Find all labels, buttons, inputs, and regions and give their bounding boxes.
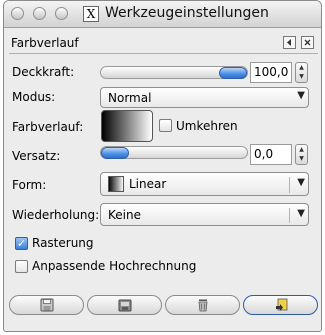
chevron-down-icon: ▼ <box>297 208 305 219</box>
dock-menu-button[interactable] <box>283 36 296 49</box>
title-bar: X Werkzeugeinstellungen <box>4 1 321 28</box>
combo-separator <box>289 208 290 223</box>
offset-slider-thumb[interactable] <box>101 147 129 159</box>
minimize-window-button[interactable] <box>33 7 46 20</box>
dock-close-button[interactable] <box>301 36 314 49</box>
x11-icon: X <box>83 6 99 22</box>
adaptive-supersampling-checkbox[interactable] <box>15 260 28 273</box>
mode-label: Modus: <box>12 90 56 104</box>
reverse-label: Umkehren <box>176 119 238 133</box>
chevron-down-icon: ▼ <box>297 177 305 188</box>
chevron-down-icon: ▼ <box>297 90 305 101</box>
combo-separator <box>289 177 290 193</box>
delete-icon <box>198 299 207 312</box>
dithering-checkbox[interactable]: ✓ <box>15 237 28 250</box>
offset-spin-button[interactable]: ▲ ▼ <box>295 144 308 165</box>
opacity-slider-thumb[interactable] <box>219 67 247 79</box>
offset-slider[interactable] <box>100 146 248 159</box>
repeat-dropdown[interactable]: Keine ▼ <box>100 203 309 226</box>
reset-icon <box>275 298 287 311</box>
save-icon <box>40 298 53 312</box>
mode-value: Normal <box>108 91 152 105</box>
mode-dropdown[interactable]: Normal ▼ <box>100 87 309 108</box>
save-options-button[interactable] <box>9 295 84 315</box>
zoom-window-button[interactable] <box>55 7 68 20</box>
adaptive-supersampling-label: Anpassende Hochrechnung <box>32 259 197 273</box>
tool-options-window: X Werkzeugeinstellungen Farbverlauf Deck… <box>3 0 322 332</box>
dithering-label: Rasterung <box>32 236 94 250</box>
dock-header: Farbverlauf <box>9 34 318 52</box>
dock-title: Farbverlauf <box>11 36 79 50</box>
gradient-preview-button[interactable] <box>101 110 153 142</box>
reverse-checkbox[interactable] <box>159 119 172 132</box>
reset-options-button[interactable] <box>243 295 318 315</box>
offset-value-field[interactable]: 0,0 <box>250 144 292 165</box>
window-title: Werkzeugeinstellungen <box>105 5 269 21</box>
close-window-button[interactable] <box>11 7 24 20</box>
repeat-label: Wiederholung: <box>12 208 100 222</box>
shape-label: Form: <box>12 178 47 192</box>
opacity-value-field[interactable]: 100,0 <box>250 62 292 83</box>
menu-arrow-icon <box>287 39 291 46</box>
gradient-label: Farbverlauf: <box>12 120 84 134</box>
linear-gradient-icon <box>108 176 124 192</box>
repeat-value: Keine <box>108 208 141 222</box>
restore-options-button[interactable] <box>87 295 162 315</box>
delete-options-button[interactable] <box>165 295 240 315</box>
restore-icon <box>118 299 131 312</box>
dock-divider <box>9 53 318 54</box>
close-icon <box>304 39 311 46</box>
shape-value: Linear <box>129 177 167 191</box>
opacity-label: Deckkraft: <box>12 65 75 79</box>
offset-label: Versatz: <box>12 149 61 163</box>
opacity-spin-button[interactable]: ▲ ▼ <box>295 62 308 83</box>
opacity-slider[interactable] <box>100 66 248 79</box>
shape-dropdown[interactable]: Linear ▼ <box>100 172 309 196</box>
